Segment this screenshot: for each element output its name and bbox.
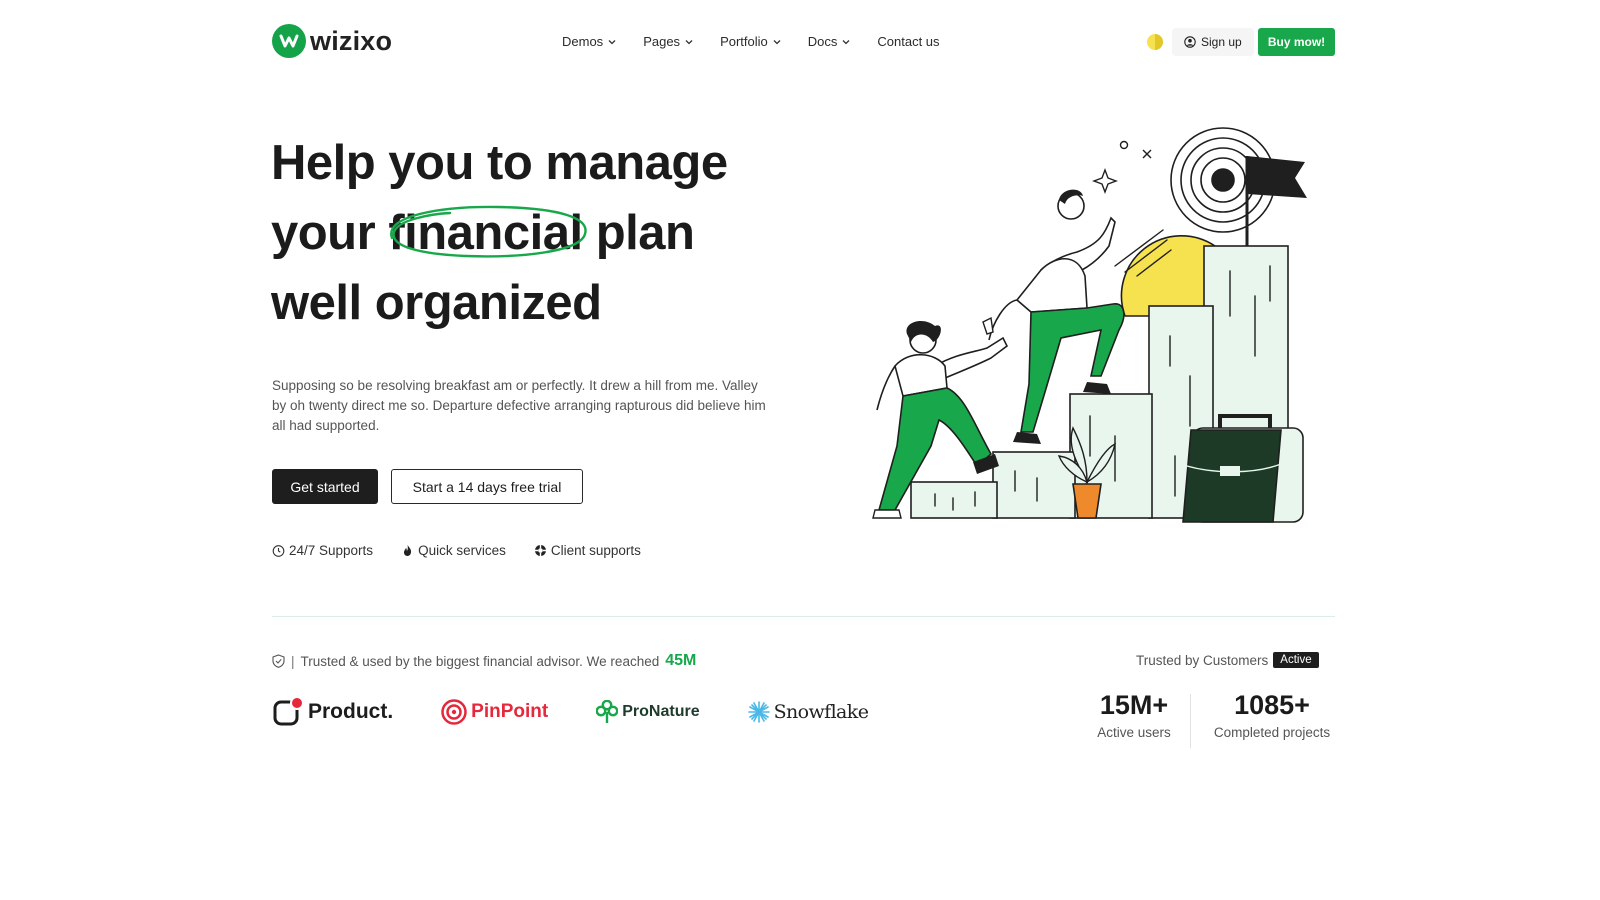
shield-icon	[272, 654, 285, 668]
nav-portfolio[interactable]: Portfolio	[720, 34, 782, 49]
brand-logos: Product. PinPoint ProNature Snowflake	[272, 696, 869, 728]
section-divider	[272, 616, 1335, 617]
stat-completed-projects: 1085+ Completed projects	[1208, 690, 1336, 740]
stat-divider	[1190, 694, 1191, 748]
feature-item: Client supports	[534, 543, 641, 558]
nav-label: Portfolio	[720, 34, 768, 49]
brand-logo-pronature: ProNature	[596, 700, 700, 724]
sign-up-label: Sign up	[1201, 35, 1242, 49]
nav-pages[interactable]: Pages	[643, 34, 694, 49]
nav-docs[interactable]: Docs	[808, 34, 852, 49]
hero-title-word: your	[271, 206, 376, 260]
product-logo-icon	[273, 696, 304, 726]
hero-illustration	[872, 127, 1307, 523]
feature-label: 24/7 Supports	[289, 543, 374, 558]
clock-icon	[272, 545, 285, 557]
chevron-down-icon	[842, 39, 850, 44]
separator: |	[291, 653, 295, 669]
free-trial-button[interactable]: Start a 14 days free trial	[391, 469, 583, 504]
briefcase-icon	[1182, 414, 1304, 523]
flag-icon	[1245, 156, 1307, 248]
reach-count: 45M	[665, 652, 697, 669]
feature-label: Quick services	[418, 543, 506, 558]
trusted-text: Trusted & used by the biggest financial …	[300, 653, 660, 669]
nav-demos[interactable]: Demos	[562, 34, 617, 49]
chevron-down-icon	[773, 39, 781, 44]
stat-value: 15M+	[1099, 690, 1169, 720]
brand-name: Product.	[308, 700, 394, 723]
nav-label: Demos	[562, 34, 604, 49]
stat-active-users: 15M+ Active users	[1092, 690, 1176, 740]
get-started-button[interactable]: Get started	[272, 469, 378, 504]
status-badge: Active	[1273, 652, 1319, 668]
chevron-down-icon	[685, 39, 693, 44]
sign-up-button[interactable]: Sign up	[1172, 28, 1254, 56]
buy-now-button[interactable]: Buy mow!	[1258, 28, 1335, 56]
customers-label: Trusted by Customers	[1136, 652, 1269, 668]
feature-label: Client supports	[550, 543, 641, 558]
trusted-statement: | Trusted & used by the biggest financia…	[272, 652, 696, 670]
chevron-down-icon	[608, 39, 616, 44]
feature-item: Quick services	[401, 543, 506, 558]
hero-title: Help you to manage your financial plan w…	[271, 128, 791, 338]
nav-label: Contact us	[877, 34, 940, 49]
logo-icon	[272, 24, 306, 58]
brand-logo-pinpoint: PinPoint	[441, 699, 548, 725]
hero-title-highlight: financial	[388, 198, 588, 268]
logo-text: wizixo	[310, 25, 393, 56]
landing-page: wizixo Demos Pages Portfolio Docs Contac…	[0, 0, 1600, 900]
brand-name: Snowflake	[773, 701, 869, 723]
highlight-ellipse-icon	[390, 205, 588, 258]
stat-value: 1085+	[1234, 690, 1310, 720]
user-circle-icon	[1184, 36, 1196, 48]
stat-label: Active users	[1097, 725, 1171, 740]
half-moon-theme-icon[interactable]	[1146, 33, 1164, 51]
hero-title-line-1: Help you to manage	[271, 136, 728, 190]
nav-label: Pages	[643, 34, 681, 49]
trusted-by-customers: Trusted by Customers Active	[1136, 652, 1319, 668]
nav-contact-us[interactable]: Contact us	[877, 34, 939, 49]
hero-description: Supposing so be resolving breakfast am o…	[272, 378, 766, 433]
hero-title-line-3: well organized	[271, 276, 602, 330]
pinpoint-logo-icon	[441, 699, 467, 725]
nav-label: Docs	[807, 34, 838, 49]
brand-logo-snowflake: Snowflake	[747, 701, 869, 723]
main-nav: Demos Pages Portfolio Docs Contact us	[562, 34, 940, 49]
flame-icon	[404, 545, 412, 556]
lifebuoy-icon	[534, 545, 546, 556]
brand-name: ProNature	[622, 703, 700, 720]
yellow-dome-shape	[1120, 235, 1216, 317]
feature-item: 24/7 Supports	[272, 543, 373, 558]
brand-name: PinPoint	[471, 701, 549, 722]
hero-title-word: plan	[595, 206, 695, 260]
hero-title-line-2: your financial plan	[271, 198, 791, 268]
stat-label: Completed projects	[1213, 725, 1331, 740]
brand-logo-product: Product.	[272, 696, 393, 728]
snowflake-logo-icon	[747, 701, 770, 723]
feature-list: 24/7 Supports Quick services Client supp…	[272, 543, 641, 558]
logo[interactable]: wizixo	[272, 24, 392, 58]
pronature-logo-icon	[596, 700, 619, 723]
